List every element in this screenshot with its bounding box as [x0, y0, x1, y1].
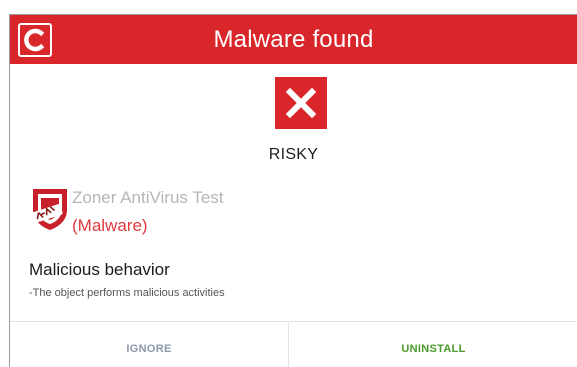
malware-dialog: Malware found RISKY Zoner AntiVirus Test…	[9, 14, 577, 367]
ignore-button[interactable]: IGNORE	[10, 322, 288, 367]
risk-label: RISKY	[268, 146, 319, 163]
uninstall-button[interactable]: UNINSTALL	[289, 322, 577, 367]
dialog-title: Malware found	[213, 26, 374, 53]
app-name: Zoner AntiVirus Test	[72, 188, 224, 207]
action-button-bar: IGNORE UNINSTALL	[10, 321, 577, 367]
header-bar: Malware found	[10, 15, 577, 64]
behavior-title: Malicious behavior	[29, 260, 170, 279]
malware-verdict: (Malware)	[72, 216, 148, 235]
close-x-icon	[275, 77, 327, 129]
zoner-antivirus-test-shield-icon	[30, 186, 70, 232]
behavior-description: -The object performs malicious activitie…	[29, 287, 225, 299]
